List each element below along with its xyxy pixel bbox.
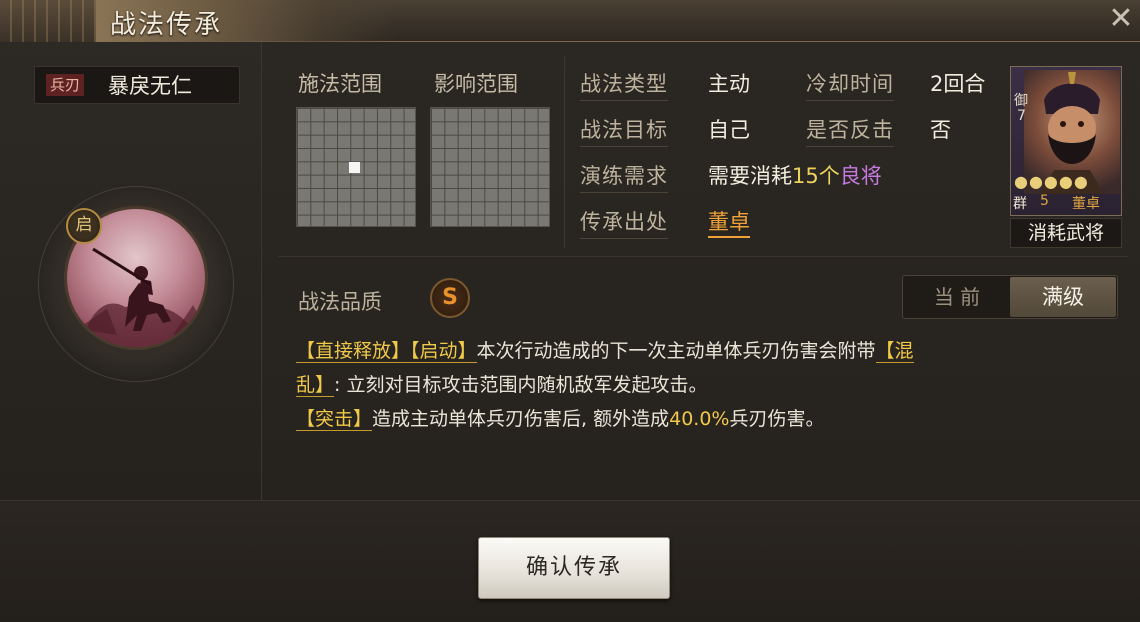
- origin-general-link[interactable]: 董卓: [708, 206, 750, 238]
- description-text: : 立刻对目标攻击范围内随机敌军发起攻击。: [334, 374, 708, 396]
- skill-inherit-dialog: 战法传承 ✕ 兵刃 暴戾无仁 启 施法范围 影响范围 战法类型 主动 冷却时间 …: [0, 0, 1140, 622]
- damage-percent: 40.0%: [669, 408, 730, 430]
- title-ornament: [0, 0, 100, 42]
- description-line-3: 【突击】造成主动单体兵刃伤害后, 额外造成40.0%兵刃伤害。: [296, 404, 1126, 431]
- divider: [564, 56, 565, 248]
- effect-range-grid: [430, 107, 550, 227]
- caster-cell: [349, 162, 360, 173]
- keyword-chaos-end: 乱】: [296, 374, 335, 397]
- skill-target-label: 战法目标: [580, 114, 668, 147]
- troop-type-tag: 兵刃: [46, 74, 85, 96]
- general-name: 董卓: [1072, 196, 1100, 212]
- confirm-inherit-button[interactable]: 确认传承: [478, 537, 670, 599]
- origin-label: 传承出处: [580, 206, 668, 239]
- counter-label: 是否反击: [806, 114, 894, 147]
- general-stars: ●●●●●: [1014, 172, 1089, 191]
- keyword-activate: 【启动】: [410, 340, 477, 363]
- dialog-title: 战法传承: [110, 10, 223, 40]
- practice-requirement-value: 需要消耗15个良将: [708, 160, 882, 190]
- general-rank-num: 7: [1017, 108, 1026, 124]
- close-icon[interactable]: ✕: [1104, 2, 1138, 36]
- requirement-rank: 良将: [839, 164, 882, 188]
- description-line-1: 【直接释放】【启动】本次行动造成的下一次主动单体兵刃伤害会附带【混: [296, 336, 1126, 363]
- start-badge: 启: [66, 208, 102, 244]
- skill-type-label: 战法类型: [580, 68, 668, 101]
- requirement-count: 15个: [792, 164, 840, 188]
- description-text: 兵刃伤害。: [729, 408, 825, 430]
- consume-general-caption: 消耗武将: [1010, 218, 1122, 248]
- counter-value: 否: [930, 118, 951, 142]
- description-line-2: 乱】: 立刻对目标攻击范围内随机敌军发起攻击。: [296, 370, 1126, 397]
- requirement-prefix: 需要消耗: [708, 164, 792, 188]
- tab-max-level[interactable]: 满级: [1010, 277, 1116, 317]
- practice-requirement-label: 演练需求: [580, 160, 668, 193]
- skill-target-value: 自己: [708, 118, 750, 142]
- general-cost: 5: [1040, 193, 1049, 209]
- description-text: 本次行动造成的下一次主动单体兵刃伤害会附带: [476, 340, 876, 362]
- cooldown-value: 2回合: [930, 72, 986, 96]
- cast-range-label: 施法范围: [298, 72, 382, 96]
- effect-range-label: 影响范围: [434, 72, 518, 96]
- general-rank-char: 御: [1014, 93, 1028, 109]
- keyword-chaos-start: 【混: [875, 340, 914, 363]
- skill-type-value: 主动: [708, 72, 750, 96]
- cooldown-label: 冷却时间: [806, 68, 894, 101]
- quality-label: 战法品质: [298, 290, 382, 314]
- skill-name: 暴戾无仁: [108, 74, 192, 98]
- keyword-assault: 【突击】: [296, 408, 373, 431]
- tab-current-level[interactable]: 当 前: [904, 277, 1010, 317]
- general-faction: 群: [1013, 196, 1027, 212]
- description-text: 造成主动单体兵刃伤害后, 额外造成: [372, 408, 670, 430]
- keyword-direct-release: 【直接释放】: [296, 340, 411, 363]
- section-divider: [278, 256, 1128, 257]
- quality-grade-badge: S: [430, 278, 470, 318]
